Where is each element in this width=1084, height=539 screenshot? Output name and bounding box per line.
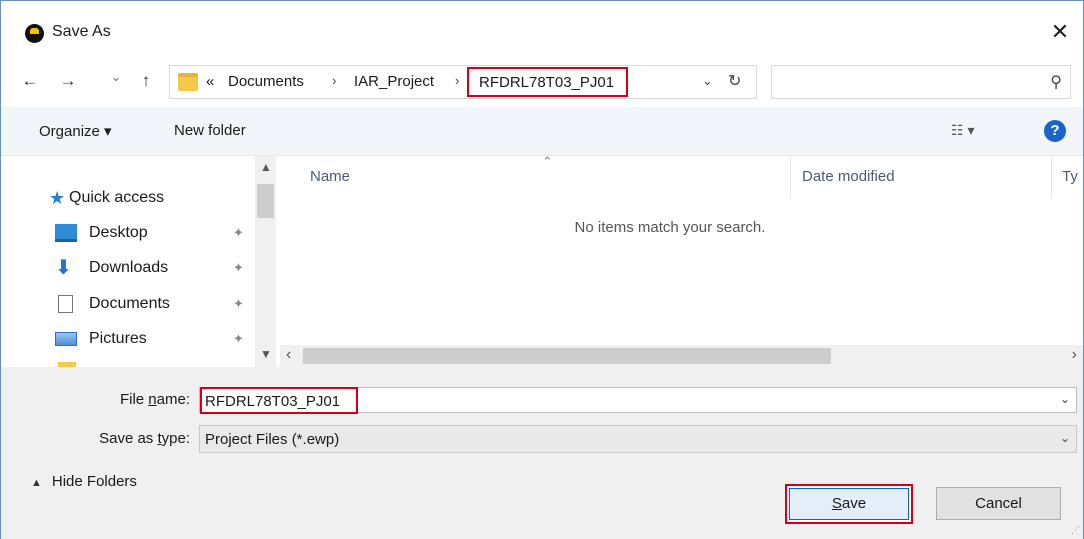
breadcrumb-overflow[interactable]: «: [206, 73, 214, 90]
horizontal-scrollbar[interactable]: ‹ ›: [280, 345, 1083, 367]
chevron-down-icon: ⌄: [702, 73, 713, 88]
arrow-right-icon: →: [59, 71, 77, 90]
scroll-right-icon[interactable]: ›: [1072, 346, 1077, 364]
download-icon: ⬇: [55, 257, 72, 279]
hide-folders-button[interactable]: ▲ Hide Folders: [31, 473, 137, 490]
arrow-left-icon: ←: [21, 71, 39, 90]
sidebar-item-label: Quick access: [69, 189, 165, 206]
organize-menu[interactable]: Organize ▾: [39, 122, 112, 140]
address-dropdown-button[interactable]: ⌄: [702, 73, 713, 89]
chevron-up-icon: ▲: [31, 477, 42, 489]
save-type-label: Save as type:: [99, 430, 190, 447]
close-button[interactable]: ✕: [1045, 17, 1075, 47]
save-type-value: Project Files (*.ewp): [205, 431, 340, 448]
refresh-icon: ↻: [728, 73, 742, 90]
save-button[interactable]: Save: [785, 484, 913, 524]
folder-icon: [178, 73, 198, 91]
view-options-button[interactable]: ☷ ▾: [951, 122, 974, 139]
scroll-left-icon[interactable]: ‹: [286, 346, 291, 364]
search-input[interactable]: ⚲: [771, 65, 1071, 99]
save-form: File name: RFDRL78T03_PJ01 ⌄ Save as typ…: [1, 367, 1083, 539]
column-header-type[interactable]: Ty: [1062, 168, 1078, 185]
title-bar: Save As ✕: [1, 1, 1083, 63]
scrollbar-thumb[interactable]: [257, 184, 274, 218]
sidebar-item-label: Documents: [89, 295, 170, 312]
star-icon: ★: [49, 188, 66, 208]
pin-icon[interactable]: ✦: [233, 296, 244, 312]
help-icon: ?: [1050, 122, 1060, 139]
chevron-down-icon: ⌄: [110, 69, 122, 84]
breadcrumb-documents[interactable]: Documents: [228, 73, 304, 90]
filename-label: File name:: [119, 391, 190, 408]
save-type-select[interactable]: Project Files (*.ewp) ⌄: [199, 425, 1077, 453]
sidebar-item-label: Downloads: [89, 259, 169, 276]
breadcrumb-current-folder[interactable]: RFDRL78T03_PJ01: [467, 67, 629, 97]
pictures-icon: [55, 332, 77, 346]
scroll-up-icon[interactable]: ▲: [260, 160, 272, 174]
column-header-name[interactable]: Name: [310, 168, 350, 185]
filename-input[interactable]: RFDRL78T03_PJ01: [200, 387, 359, 414]
arrow-up-icon: ↑: [141, 71, 151, 90]
empty-list-message: No items match your search.: [574, 219, 766, 236]
sidebar-item-label: Desktop: [89, 224, 148, 241]
close-icon: ✕: [1050, 19, 1070, 44]
help-button[interactable]: ?: [1044, 120, 1066, 142]
pin-icon[interactable]: ✦: [233, 260, 244, 276]
pin-icon[interactable]: ✦: [233, 331, 244, 347]
file-list: ⌃ Name Date modified Ty No items match y…: [280, 156, 1083, 367]
breadcrumb-separator[interactable]: ›: [332, 73, 336, 88]
chevron-down-icon[interactable]: ⌄: [1060, 392, 1070, 406]
sidebar-item-label: Pictures: [89, 330, 147, 347]
search-icon: ⚲: [1050, 74, 1062, 91]
back-button[interactable]: ←: [19, 69, 41, 93]
up-button[interactable]: ↑: [135, 69, 157, 93]
breadcrumb-iar-project[interactable]: IAR_Project: [354, 73, 434, 90]
filename-field[interactable]: RFDRL78T03_PJ01 ⌄: [199, 387, 1077, 414]
forward-button[interactable]: →: [57, 69, 79, 93]
recent-locations-button[interactable]: ⌄: [107, 65, 125, 89]
refresh-button[interactable]: ↻: [728, 71, 741, 91]
scrollbar-thumb[interactable]: [303, 348, 831, 364]
toolbar: Organize ▾ New folder ☷ ▾ ?: [1, 107, 1083, 156]
pin-icon[interactable]: ✦: [233, 225, 244, 241]
desktop-icon: [55, 224, 77, 242]
hide-folders-label: Hide Folders: [51, 473, 137, 490]
new-folder-button[interactable]: New folder: [174, 122, 246, 139]
documents-icon: [58, 295, 73, 313]
navigation-pane: ★ Quick access Desktop ✦ ⬇ Downloads ✦ D…: [1, 156, 276, 367]
address-bar[interactable]: « Documents › IAR_Project › RFDRL78T03_P…: [169, 65, 757, 99]
navigation-scrollbar[interactable]: ▲ ▼: [255, 156, 276, 367]
save-button-face: Save: [789, 488, 909, 520]
app-icon: [25, 24, 44, 43]
column-header-date-modified[interactable]: Date modified: [802, 168, 895, 185]
save-as-dialog: Save As ✕ ← → ⌄ ↑ « Documents › IAR_Proj…: [0, 0, 1084, 539]
chevron-down-icon: ⌄: [1059, 431, 1070, 445]
sort-up-icon: ⌃: [542, 156, 553, 169]
resize-grip-icon[interactable]: ⋰: [1071, 525, 1080, 536]
cancel-button[interactable]: Cancel: [936, 487, 1061, 520]
dialog-title: Save As: [52, 23, 111, 40]
column-divider[interactable]: [790, 156, 791, 198]
scroll-down-icon[interactable]: ▼: [260, 347, 272, 361]
breadcrumb-separator[interactable]: ›: [455, 73, 459, 88]
column-divider[interactable]: [1051, 156, 1052, 198]
view-icon: ☷ ▾: [951, 122, 975, 138]
